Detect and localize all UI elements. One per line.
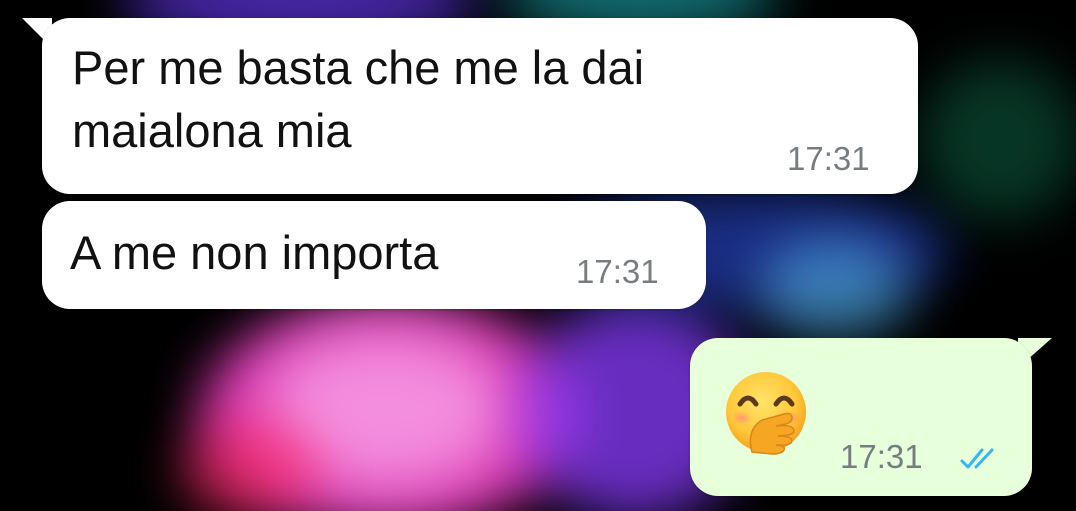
message-timestamp: 17:31 <box>576 253 659 290</box>
incoming-message[interactable]: A me non importa 17:31 <box>42 201 706 309</box>
incoming-message[interactable]: Per me basta che me la dai maialona mia … <box>42 18 918 194</box>
hand-over-mouth-emoji-icon <box>726 372 806 455</box>
message-timestamp: 17:31 <box>787 140 870 177</box>
read-receipt-double-check-icon <box>960 448 994 469</box>
chat-conversation: Per me basta che me la dai maialona mia … <box>0 0 1076 511</box>
message-text: A me non importa <box>70 226 439 279</box>
message-timestamp: 17:31 <box>840 438 923 475</box>
message-text: Per me basta che me la dai maialona mia <box>72 41 645 157</box>
